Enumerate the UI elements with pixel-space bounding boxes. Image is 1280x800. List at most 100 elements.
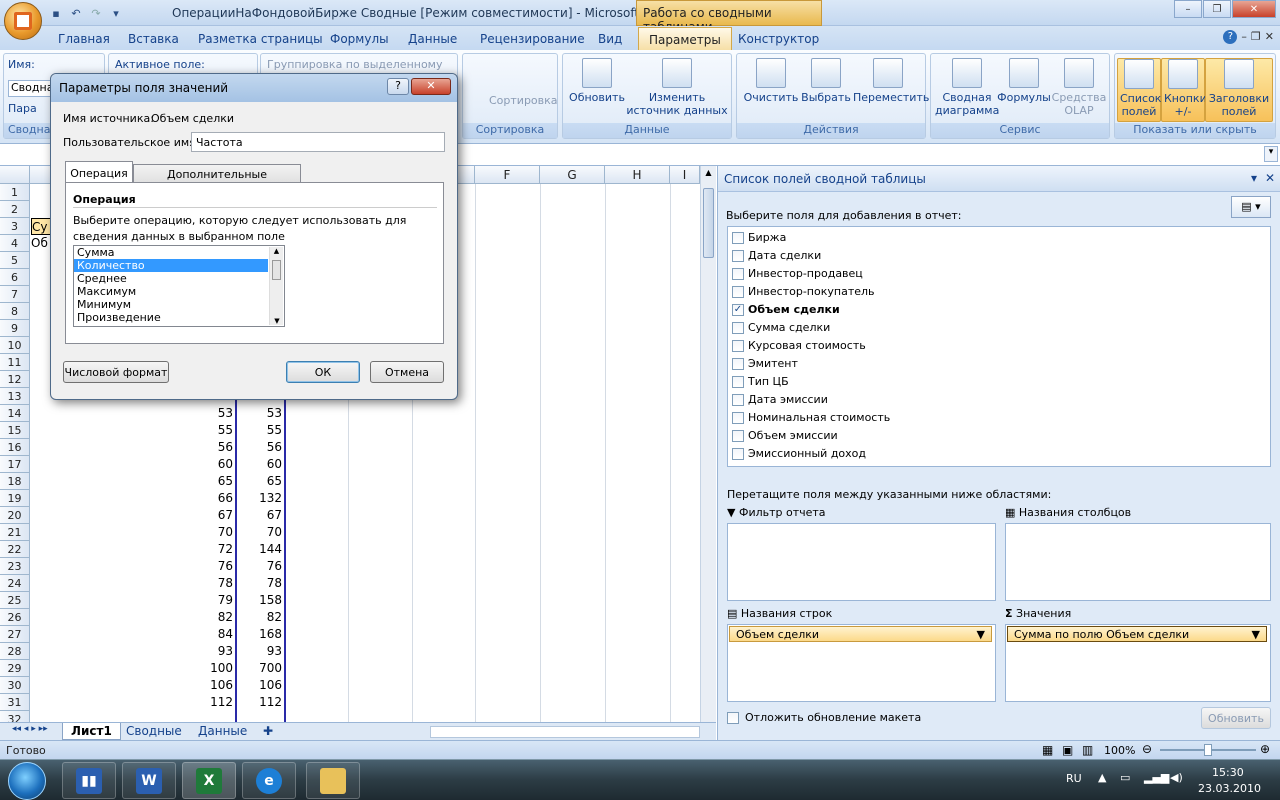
table-cell[interactable]: 66	[30, 490, 235, 507]
horizontal-scrollbar[interactable]	[430, 726, 700, 738]
minimize-button[interactable]: –	[1174, 0, 1202, 18]
field-checkbox[interactable]	[732, 429, 744, 442]
operation-option[interactable]: Количество	[74, 259, 268, 272]
clear-button[interactable]: Очистить	[743, 58, 799, 104]
operation-option[interactable]: Сумма	[74, 246, 268, 259]
params-button[interactable]: Пара	[8, 102, 37, 115]
formulas-button[interactable]: Формулы	[997, 58, 1051, 104]
row-header[interactable]: 8	[0, 303, 30, 320]
field-item[interactable]: Инвестор-продавец	[732, 265, 863, 282]
field-item[interactable]: Эмиссионный доход	[732, 445, 866, 462]
taskbar-app-word[interactable]: W	[122, 762, 176, 799]
plus-minus-button[interactable]: Кнопки +/-	[1161, 58, 1207, 122]
table-cell[interactable]: 55	[30, 422, 235, 439]
scroll-up-icon[interactable]: ▲	[270, 247, 283, 255]
zoom-in-icon[interactable]: ⊕	[1260, 742, 1270, 756]
cancel-button[interactable]: Отмена	[370, 361, 444, 383]
table-cell[interactable]: 93	[30, 643, 235, 660]
table-cell[interactable]: 65	[30, 473, 235, 490]
field-item[interactable]: Объем эмиссии	[732, 427, 838, 444]
taskbar-app-explorer[interactable]	[306, 762, 360, 799]
row-header[interactable]: 16	[0, 439, 30, 456]
olap-tools-button[interactable]: Средства OLAP	[1051, 58, 1107, 117]
taskbar-app-ie[interactable]: e	[242, 762, 296, 799]
field-checkbox[interactable]	[732, 231, 744, 244]
close-button[interactable]: ✕	[1232, 0, 1276, 18]
ribbon-restore-icon[interactable]: ❐	[1251, 30, 1261, 44]
table-cell[interactable]: 60	[30, 456, 235, 473]
office-button[interactable]	[4, 2, 42, 40]
view-page-break-icon[interactable]: ▥	[1082, 743, 1093, 757]
col-header-h[interactable]: H	[605, 166, 670, 184]
update-button[interactable]: Обновить	[1201, 707, 1271, 729]
field-item[interactable]: Дата сделки	[732, 247, 821, 264]
field-checkbox[interactable]	[732, 447, 744, 460]
row-field-chip[interactable]: Объем сделки ▼	[729, 626, 992, 642]
tab-operation[interactable]: Операция	[65, 161, 133, 183]
row-header[interactable]: 23	[0, 558, 30, 575]
help-icon[interactable]: ?	[1223, 30, 1238, 44]
sheet-tab-data[interactable]: Данные	[190, 723, 255, 740]
row-header[interactable]: 3	[0, 218, 30, 235]
table-cell[interactable]: 82	[237, 609, 284, 626]
table-cell[interactable]: 56	[237, 439, 284, 456]
col-header-g[interactable]: G	[540, 166, 605, 184]
row-header[interactable]: 5	[0, 252, 30, 269]
table-cell[interactable]: 67	[237, 507, 284, 524]
zoom-level[interactable]: 100%	[1104, 744, 1135, 757]
defer-update-option[interactable]: Отложить обновление макета	[727, 711, 921, 724]
ribbon-close-icon[interactable]: ✕	[1265, 30, 1274, 44]
table-cell[interactable]: 106	[30, 677, 235, 694]
tab-page-layout[interactable]: Разметка страницы	[190, 30, 331, 48]
move-button[interactable]: Переместить	[853, 58, 929, 104]
cell-a4[interactable]: Об	[31, 235, 50, 252]
row-header[interactable]: 13	[0, 388, 30, 405]
table-cell[interactable]: 56	[30, 439, 235, 456]
row-header[interactable]: 29	[0, 660, 30, 677]
table-cell[interactable]: 112	[30, 694, 235, 711]
undo-icon[interactable]: ↶	[68, 5, 84, 21]
table-cell[interactable]: 72	[30, 541, 235, 558]
field-checkbox[interactable]	[732, 411, 744, 424]
row-header[interactable]: 9	[0, 320, 30, 337]
row-header[interactable]: 10	[0, 337, 30, 354]
table-cell[interactable]: 53	[30, 405, 235, 422]
scroll-down-icon[interactable]: ▼	[270, 317, 284, 325]
row-labels-area[interactable]: Объем сделки ▼	[727, 624, 996, 702]
pivot-chart-button[interactable]: Сводная диаграмма	[935, 58, 999, 117]
select-button[interactable]: Выбрать	[799, 58, 853, 104]
scroll-thumb[interactable]	[703, 188, 714, 258]
table-cell[interactable]: 700	[237, 660, 284, 677]
number-format-button[interactable]: Числовой формат	[63, 361, 169, 383]
zoom-slider-thumb[interactable]	[1204, 744, 1212, 756]
field-checkbox[interactable]	[732, 357, 744, 370]
group-selection-button[interactable]: Группировка по выделенному	[267, 58, 443, 71]
custom-name-input[interactable]: Частота	[191, 132, 445, 152]
ok-button[interactable]: ОК	[286, 361, 360, 383]
volume-icon[interactable]: ◀)	[1170, 771, 1183, 784]
row-header[interactable]: 25	[0, 592, 30, 609]
sheet-tab-list1[interactable]: Лист1	[62, 723, 121, 740]
row-header[interactable]: 19	[0, 490, 30, 507]
table-cell[interactable]: 106	[237, 677, 284, 694]
table-cell[interactable]: 76	[237, 558, 284, 575]
row-header[interactable]: 11	[0, 354, 30, 371]
refresh-button[interactable]: Обновить	[569, 58, 625, 104]
table-cell[interactable]: 144	[237, 541, 284, 558]
operation-option[interactable]: Произведение	[74, 311, 268, 324]
row-header[interactable]: 24	[0, 575, 30, 592]
report-filter-area[interactable]	[727, 523, 996, 601]
col-header-f[interactable]: F	[475, 166, 540, 184]
row-header[interactable]: 17	[0, 456, 30, 473]
operation-option[interactable]: Среднее	[74, 272, 268, 285]
row-header[interactable]: 20	[0, 507, 30, 524]
table-cell[interactable]: 76	[30, 558, 235, 575]
row-header[interactable]: 7	[0, 286, 30, 303]
listbox-scroll-thumb[interactable]	[272, 260, 281, 280]
tab-review[interactable]: Рецензирование	[472, 30, 593, 48]
taskbar-app-library[interactable]: ▮▮	[62, 762, 116, 799]
clock-time[interactable]: 15:30	[1212, 766, 1244, 779]
sort-button[interactable]: Сортировка	[489, 94, 558, 107]
table-cell[interactable]: 67	[30, 507, 235, 524]
tab-data[interactable]: Данные	[400, 30, 465, 48]
